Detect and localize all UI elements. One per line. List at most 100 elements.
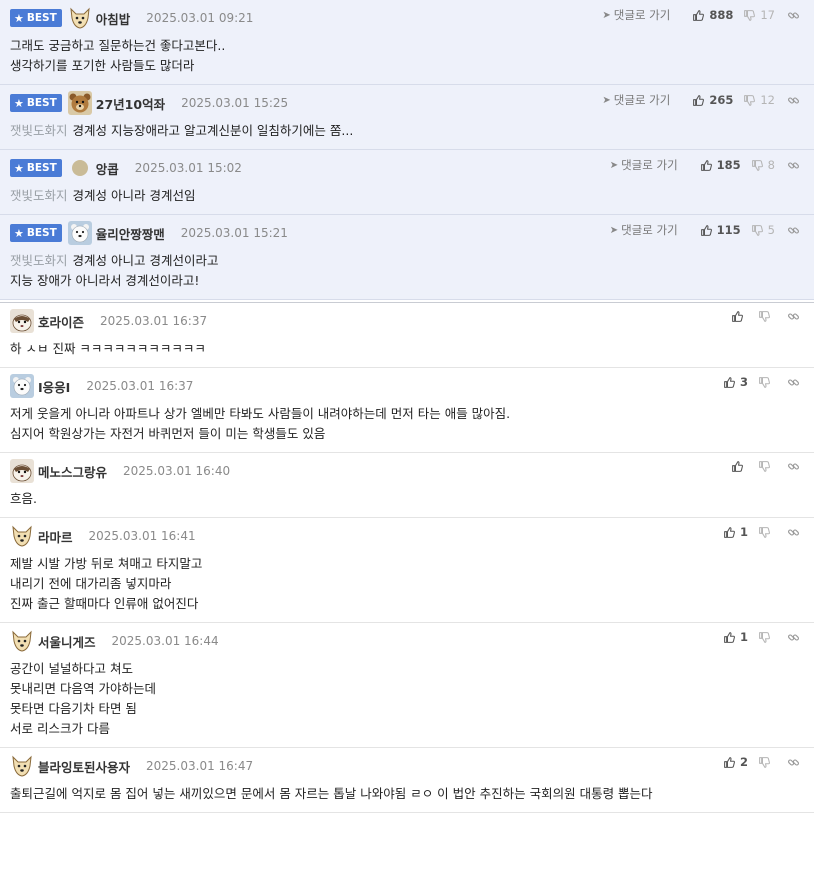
- link-icon[interactable]: [787, 224, 800, 237]
- upvote-button[interactable]: [731, 310, 748, 323]
- best-badge-label: BEST: [26, 162, 57, 174]
- comment-line: 하 ㅅㅂ 진짜 ㅋㅋㅋㅋㅋㅋㅋㅋㅋㅋㅋ: [10, 339, 804, 359]
- dog-icon[interactable]: [10, 754, 34, 778]
- author-name[interactable]: 27년10억좌: [96, 94, 165, 113]
- upvote-button[interactable]: 1: [723, 630, 748, 644]
- author-name[interactable]: 메노스그랑유: [38, 462, 107, 481]
- downvote-button[interactable]: [758, 310, 775, 323]
- comment-body: 출퇴근길에 억지로 몸 집어 넣는 새끼있으면 문에서 몸 자르는 톱날 나와야…: [10, 784, 804, 804]
- link-icon[interactable]: [787, 631, 800, 644]
- go-to-comment-link[interactable]: ➤ 댓글로 가기: [610, 157, 678, 173]
- thumbs-down-icon: [758, 460, 775, 473]
- send-arrow-icon: ➤: [609, 224, 619, 236]
- downvote-button[interactable]: [758, 460, 775, 473]
- author-name[interactable]: 아침밥: [96, 9, 131, 28]
- comment-body: 저게 웃을게 아니라 아파트나 상가 엘베만 타봐도 사람들이 내려야하는데 먼…: [10, 404, 804, 444]
- send-arrow-icon: ➤: [602, 94, 611, 106]
- bear-icon[interactable]: [67, 91, 92, 115]
- downvote-button[interactable]: [758, 756, 775, 769]
- polarbear-icon[interactable]: [10, 374, 34, 398]
- downvote-button[interactable]: 8: [751, 158, 775, 172]
- comment-line: 흐음.: [10, 489, 804, 509]
- downvote-button[interactable]: [758, 376, 775, 389]
- reply-target-author[interactable]: 잿빛도화지: [10, 188, 68, 203]
- go-to-comment-label: 댓글로 가기: [621, 223, 678, 237]
- comment-date: 2025.03.01 15:02: [134, 161, 242, 175]
- comment-text: 경계성 아니고 경계선이라고: [72, 253, 219, 268]
- thumbs-down-icon: [758, 310, 775, 323]
- comment-header: I응응I 2025.03.01 16:37: [10, 374, 804, 398]
- downvote-button[interactable]: 12: [743, 93, 775, 107]
- thumbs-up-icon: [692, 94, 709, 107]
- comment-text: 저게 웃을게 아니라 아파트나 상가 엘베만 타봐도 사람들이 내려야하는데 먼…: [10, 406, 511, 421]
- author-name[interactable]: 라마르: [38, 527, 73, 546]
- comment-date: 2025.03.01 16:40: [123, 464, 231, 478]
- downvote-count: 5: [767, 223, 775, 237]
- link-icon[interactable]: [787, 376, 800, 389]
- upvote-button[interactable]: 1: [723, 525, 748, 539]
- polarbear-icon[interactable]: [67, 221, 92, 245]
- link-icon[interactable]: [787, 94, 800, 107]
- link-icon[interactable]: [787, 756, 800, 769]
- comment-line: 못내리면 다음역 가야하는데: [10, 679, 804, 699]
- comment-actions: [721, 460, 800, 473]
- downvote-count: 17: [760, 8, 775, 22]
- reply-target-author[interactable]: 잿빛도화지: [10, 123, 68, 138]
- author-name[interactable]: I응응I: [38, 377, 70, 396]
- thumbs-down-icon: [743, 9, 760, 22]
- comment-item: 서울니게즈 2025.03.01 16:44 1 공간이 널널하다고 쳐도 못내리면 다…: [0, 623, 814, 748]
- go-to-comment-link[interactable]: ➤ 댓글로 가기: [602, 92, 670, 108]
- author-name[interactable]: 율리안짱짱맨: [96, 224, 165, 243]
- dot-icon[interactable]: [68, 156, 92, 180]
- downvote-button[interactable]: [758, 526, 775, 539]
- link-icon[interactable]: [787, 9, 800, 22]
- comment-header: 블라잉토된사용자 2025.03.01 16:47: [10, 754, 804, 778]
- comment-body: 잿빛도화지 경계성 아니고 경계선이라고 지능 장애가 아니라서 경계선이라고!: [10, 251, 804, 291]
- author-name[interactable]: 호라이즌: [38, 312, 84, 331]
- link-icon[interactable]: [787, 460, 800, 473]
- upvote-button[interactable]: 888: [692, 8, 733, 22]
- ferret-icon[interactable]: [10, 309, 34, 333]
- comment-line: 잿빛도화지 경계성 아니라 경계선임: [10, 186, 804, 206]
- best-badge: ★ BEST: [10, 159, 62, 177]
- downvote-button[interactable]: [758, 631, 775, 644]
- dog-icon[interactable]: [68, 6, 92, 30]
- upvote-button[interactable]: [731, 460, 748, 473]
- thumbs-up-icon: [723, 756, 740, 769]
- upvote-button[interactable]: 2: [723, 755, 748, 769]
- upvote-count: 115: [716, 223, 741, 237]
- dog-icon[interactable]: [10, 524, 34, 548]
- comment-actions: [721, 310, 800, 323]
- upvote-button[interactable]: 185: [700, 158, 741, 172]
- ferret-icon[interactable]: [10, 459, 34, 483]
- dog-icon[interactable]: [10, 629, 34, 653]
- comment-body: 잿빛도화지 경계성 지능장애라고 알고계신분이 일침하기에는 쫌...: [10, 121, 804, 141]
- comment-date: 2025.03.01 15:25: [181, 96, 289, 110]
- go-to-comment-link[interactable]: ➤ 댓글로 가기: [610, 222, 678, 238]
- best-comment: ★ BEST 앙콥 2025.03.01 15:02 ➤ 댓글로 가기 185 8 잿빛도화지 경…: [0, 150, 814, 215]
- link-icon[interactable]: [787, 526, 800, 539]
- comment-line: 심지어 학원상가는 자전거 바퀴먼저 들이 미는 학생들도 있음: [10, 424, 804, 444]
- send-arrow-icon: ➤: [609, 159, 619, 171]
- comment-text: 진짜 출근 할때마다 인류애 없어진다: [10, 596, 199, 611]
- comment-list: ★ BEST 아침밥 2025.03.01 09:21 ➤ 댓글로 가기 888 17 그래도 …: [0, 0, 814, 813]
- go-to-comment-link[interactable]: ➤ 댓글로 가기: [602, 7, 670, 23]
- link-icon[interactable]: [787, 310, 800, 323]
- thumbs-down-icon: [758, 631, 775, 644]
- author-name[interactable]: 앙콥: [96, 159, 119, 178]
- comment-body: 그래도 궁금하고 질문하는건 좋다고본다.. 생각하기를 포기한 사람들도 많더라: [10, 36, 804, 76]
- thumbs-down-icon: [751, 159, 768, 172]
- downvote-button[interactable]: 17: [743, 8, 775, 22]
- upvote-button[interactable]: 3: [723, 375, 748, 389]
- author-name[interactable]: 블라잉토된사용자: [38, 757, 130, 776]
- link-icon[interactable]: [787, 159, 800, 172]
- author-name[interactable]: 서울니게즈: [38, 632, 96, 651]
- thumbs-up-icon: [731, 460, 748, 473]
- go-to-comment-label: 댓글로 가기: [613, 8, 671, 22]
- downvote-button[interactable]: 5: [751, 223, 775, 237]
- upvote-button[interactable]: 115: [700, 223, 741, 237]
- upvote-button[interactable]: 265: [692, 93, 733, 107]
- comment-header: 메노스그랑유 2025.03.01 16:40: [10, 459, 804, 483]
- reply-target-author[interactable]: 잿빛도화지: [10, 253, 68, 268]
- thumbs-down-icon: [751, 224, 768, 237]
